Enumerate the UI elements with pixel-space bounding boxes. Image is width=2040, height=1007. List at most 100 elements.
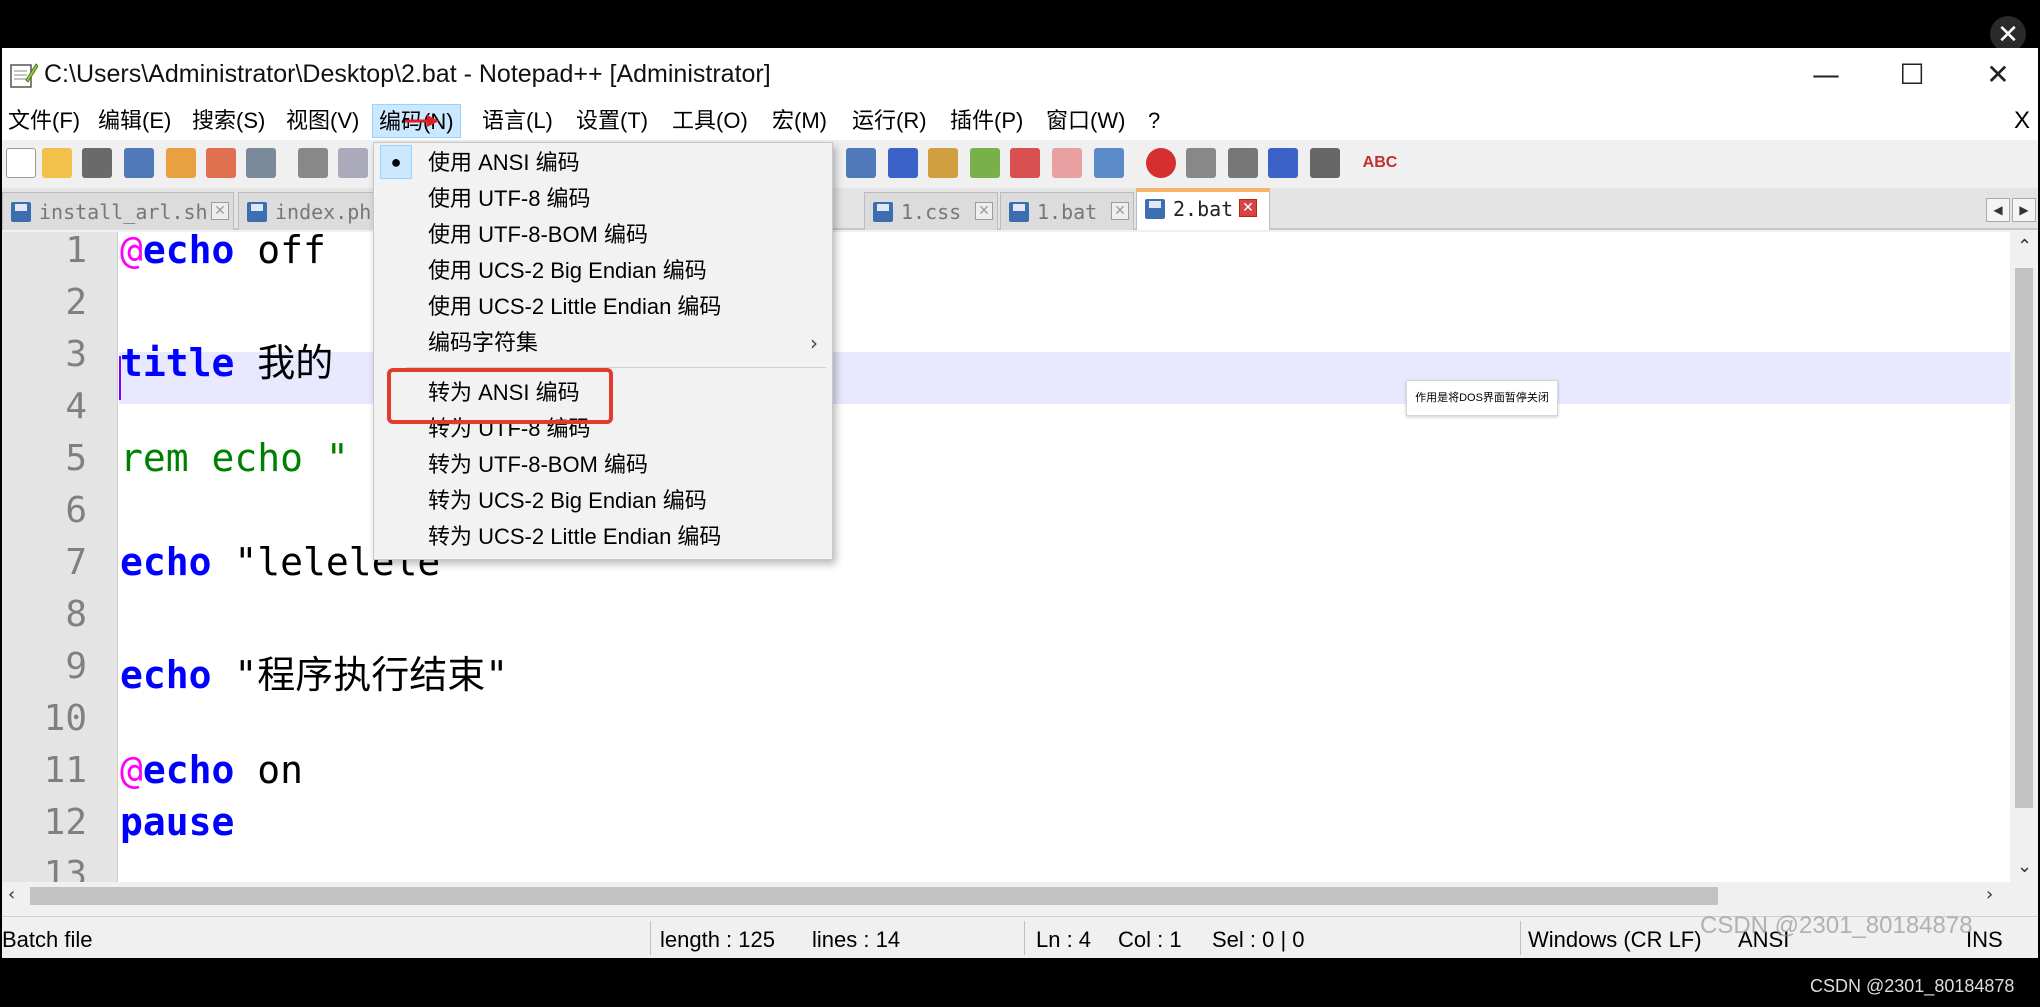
maximize-button[interactable]: ☐ xyxy=(1882,52,1942,98)
menu-bar: 文件(F) 编辑(E) 搜索(S) 视图(V) 编码(N) 语言(L) 设置(T… xyxy=(2,104,2038,140)
scroll-down-icon[interactable]: ⌄ xyxy=(2017,856,2032,877)
monitor-icon[interactable] xyxy=(1094,148,1124,178)
close-file-icon[interactable] xyxy=(166,148,196,178)
tab-index-php[interactable]: index.ph xyxy=(238,192,378,230)
status-length: length : 125 xyxy=(660,927,775,952)
tab-2-bat[interactable]: 2.bat ✕ xyxy=(1136,188,1270,230)
status-lines: lines : 14 xyxy=(812,927,901,952)
close-window-button[interactable]: ✕ xyxy=(1968,52,2028,98)
code-line-5: rem echo " xyxy=(120,436,349,480)
saved-file-icon xyxy=(1145,199,1165,219)
code-editor[interactable]: 1 2 3 4 5 6 7 8 9 10 11 12 13 @echo off … xyxy=(2,232,2010,882)
open-file-icon[interactable] xyxy=(42,148,72,178)
vertical-scrollbar[interactable]: ⌃ ⌄ xyxy=(2010,232,2038,882)
menu-item-use-utf8-bom[interactable]: 使用 UTF-8-BOM 编码 xyxy=(374,217,832,253)
menu-item-use-ucs2-le[interactable]: 使用 UCS-2 Little Endian 编码 xyxy=(374,289,832,325)
line-number: 5 xyxy=(65,438,87,479)
encoding-dropdown-menu: ● 使用 ANSI 编码 使用 UTF-8 编码 使用 UTF-8-BOM 编码… xyxy=(373,142,833,560)
menu-item-charset[interactable]: 编码字符集 › xyxy=(374,325,832,361)
show-all-chars-icon[interactable] xyxy=(846,148,876,178)
function-list-icon[interactable] xyxy=(970,148,1000,178)
line-number: 4 xyxy=(65,386,87,427)
menu-help[interactable]: ? xyxy=(1142,104,1166,138)
tab-install-arl[interactable]: install_arl.sh ✕ xyxy=(2,192,234,230)
menu-view[interactable]: 视图(V) xyxy=(280,104,365,138)
run-macro-multiple-icon[interactable] xyxy=(1268,148,1298,178)
title-bar: C:\Users\Administrator\Desktop\2.bat - N… xyxy=(2,48,2038,104)
close-tab-icon[interactable]: ✕ xyxy=(1111,202,1129,220)
status-ln: Ln : 4 xyxy=(1036,927,1092,952)
spellcheck-icon[interactable]: ABC xyxy=(1362,148,1398,178)
checked-bullet-icon: ● xyxy=(380,145,412,179)
vertical-scroll-thumb[interactable] xyxy=(2015,268,2033,808)
menu-tools[interactable]: 工具(O) xyxy=(666,104,754,138)
copy-icon[interactable] xyxy=(338,148,368,178)
status-filetype: Batch file xyxy=(2,927,93,952)
doc-map-icon[interactable] xyxy=(928,148,958,178)
menu-item-use-ucs2-be[interactable]: 使用 UCS-2 Big Endian 编码 xyxy=(374,253,832,289)
window-title: C:\Users\Administrator\Desktop\2.bat - N… xyxy=(44,60,771,88)
watermark: CSDN @2301_80184878 xyxy=(1700,912,1973,939)
folder-workspace-icon[interactable] xyxy=(1010,148,1040,178)
menu-item-convert-ucs2-le[interactable]: 转为 UCS-2 Little Endian 编码 xyxy=(374,519,832,555)
line-number-gutter: 1 2 3 4 5 6 7 8 9 10 11 12 13 xyxy=(2,232,118,882)
horizontal-scrollbar[interactable]: ‹ › xyxy=(2,882,2010,910)
line-number: 11 xyxy=(43,750,87,791)
menu-edit[interactable]: 编辑(E) xyxy=(92,104,177,138)
menu-window[interactable]: 窗口(W) xyxy=(1040,104,1131,138)
new-file-icon[interactable] xyxy=(6,148,36,178)
stop-macro-icon[interactable] xyxy=(1186,148,1216,178)
tab-bar: install_arl.sh ✕ index.ph 1.css ✕ 1.bat … xyxy=(2,188,2038,230)
scroll-left-icon[interactable]: ‹ xyxy=(8,884,15,905)
annotation-highlight-box xyxy=(387,368,613,424)
menu-item-label: 使用 ANSI 编码 xyxy=(428,150,580,175)
menu-item-use-utf8[interactable]: 使用 UTF-8 编码 xyxy=(374,181,832,217)
minimize-button[interactable]: — xyxy=(1796,52,1856,98)
viewer-close-button[interactable]: ✕ xyxy=(1990,16,2026,52)
menu-item-convert-ucs2-be[interactable]: 转为 UCS-2 Big Endian 编码 xyxy=(374,483,832,519)
menu-item-label: 编码字符集 xyxy=(428,330,539,355)
menu-item-convert-utf8-bom[interactable]: 转为 UTF-8-BOM 编码 xyxy=(374,447,832,483)
line-number: 2 xyxy=(65,282,87,323)
close-tab-icon[interactable]: ✕ xyxy=(1239,199,1257,217)
line-number: 1 xyxy=(65,232,87,271)
tab-1-bat[interactable]: 1.bat ✕ xyxy=(1000,192,1134,230)
menu-run[interactable]: 运行(R) xyxy=(846,104,933,138)
save-all-icon[interactable] xyxy=(124,148,154,178)
menu-settings[interactable]: 设置(T) xyxy=(570,104,654,138)
menu-search[interactable]: 搜索(S) xyxy=(186,104,271,138)
annotation-tooltip: 作用是将DOS界面暂停关闭 xyxy=(1406,380,1558,416)
indent-guide-icon[interactable] xyxy=(888,148,918,178)
line-number: 10 xyxy=(43,698,87,739)
code-line-1: @echo off xyxy=(120,232,326,272)
tab-1-css[interactable]: 1.css ✕ xyxy=(864,192,998,230)
menu-file[interactable]: 文件(F) xyxy=(2,104,86,138)
toolbar: ABC xyxy=(2,140,2038,188)
line-number: 7 xyxy=(65,542,87,583)
scroll-right-icon[interactable]: › xyxy=(1986,884,1993,905)
play-macro-icon[interactable] xyxy=(1228,148,1258,178)
notepad-window: C:\Users\Administrator\Desktop\2.bat - N… xyxy=(2,48,2038,958)
tab-scroll-right-icon[interactable]: ▶ xyxy=(2012,198,2036,222)
close-tab-icon[interactable]: ✕ xyxy=(975,202,993,220)
close-tab-icon[interactable]: ✕ xyxy=(211,202,229,220)
submenu-arrow-icon: › xyxy=(810,331,818,355)
menu-plugins[interactable]: 插件(P) xyxy=(944,104,1029,138)
close-all-icon[interactable] xyxy=(206,148,236,178)
menu-macro[interactable]: 宏(M) xyxy=(766,104,833,138)
menu-item-use-ansi[interactable]: ● 使用 ANSI 编码 xyxy=(374,145,832,181)
cut-icon[interactable] xyxy=(298,148,328,178)
saved-file-icon xyxy=(247,202,267,222)
horizontal-scroll-thumb[interactable] xyxy=(30,887,1718,905)
line-number: 9 xyxy=(65,646,87,687)
menu-language[interactable]: 语言(L) xyxy=(476,104,559,138)
save-icon[interactable] xyxy=(82,148,112,178)
tab-scroll-left-icon[interactable]: ◀ xyxy=(1986,198,2010,222)
code-line-11: @echo on xyxy=(120,748,304,792)
save-macro-icon[interactable] xyxy=(1310,148,1340,178)
close-document-button[interactable]: X xyxy=(2014,104,2030,138)
record-macro-icon[interactable] xyxy=(1146,148,1176,178)
scroll-up-icon[interactable]: ⌃ xyxy=(2017,236,2032,257)
print-icon[interactable] xyxy=(246,148,276,178)
folder-icon[interactable] xyxy=(1052,148,1082,178)
